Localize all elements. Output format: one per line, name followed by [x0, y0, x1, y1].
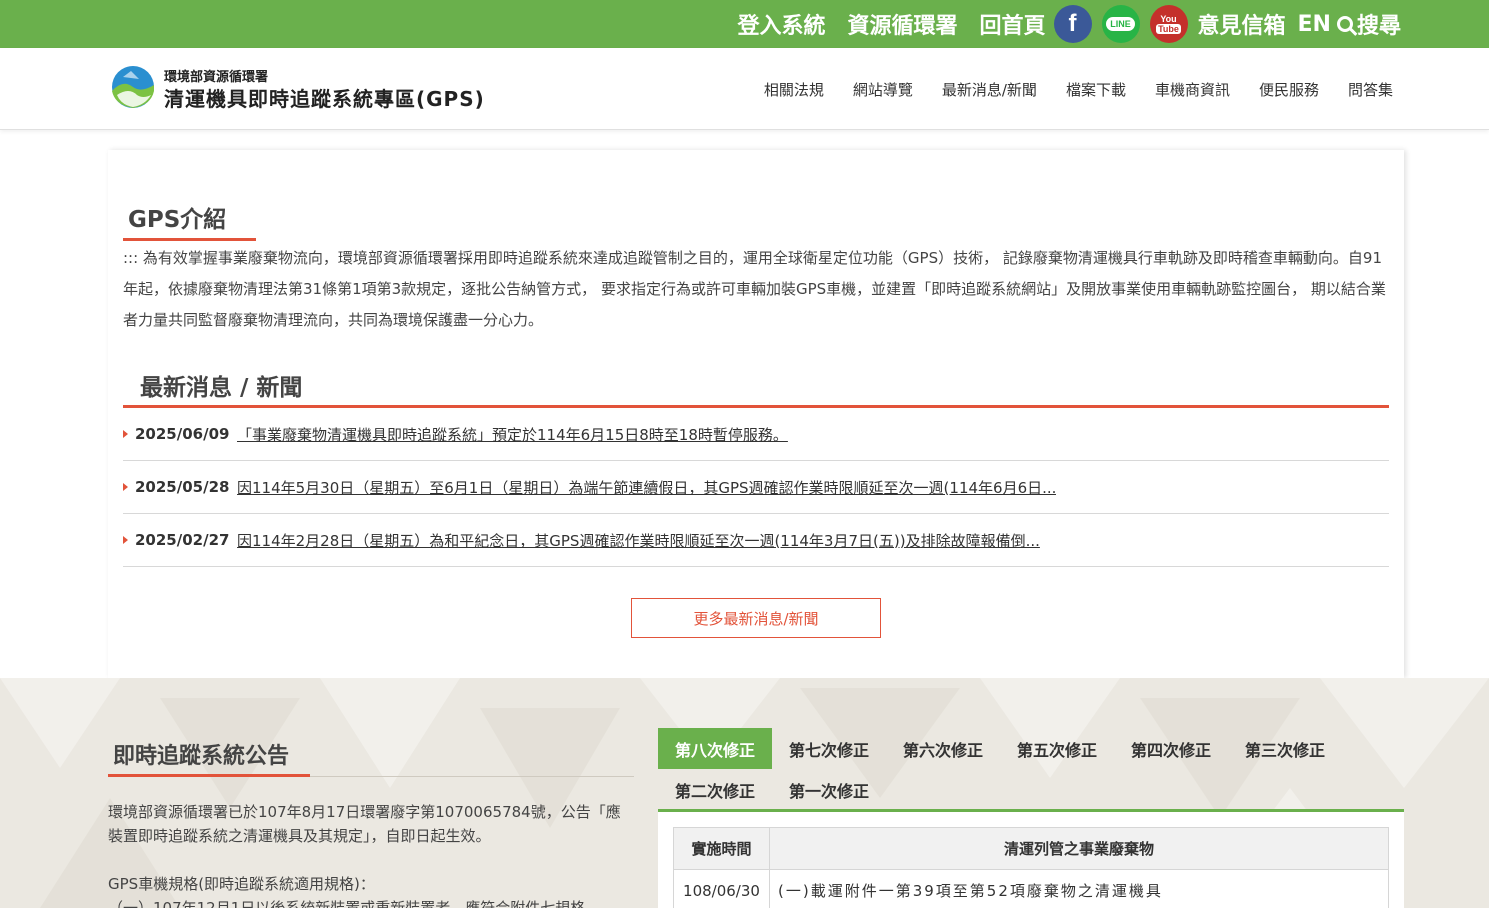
news-date: 2025/06/09	[135, 425, 230, 443]
line-glyph: LINE	[1106, 17, 1135, 31]
news-title-link[interactable]: 因114年5月30日（星期五）至6月1日（星期日）為端午節連續假日，其GPS週確…	[237, 477, 1056, 498]
agency-link[interactable]: 資源循環署	[847, 8, 957, 40]
facebook-icon[interactable]: f	[1053, 5, 1092, 43]
english-link[interactable]: EN	[1298, 12, 1331, 37]
login-link[interactable]: 登入系統	[737, 8, 825, 40]
gps-intro-heading: GPS介紹	[123, 200, 256, 241]
tab-amendment-2[interactable]: 第二次修正	[658, 769, 772, 810]
tab-amendment-3[interactable]: 第三次修正	[1228, 728, 1342, 769]
news-date: 2025/02/27	[135, 531, 230, 549]
gps-intro-underline	[123, 238, 256, 241]
top-utility-bar: 登入系統 資源循環署 回首頁 f LINE You Tube 意見信箱 EN 搜…	[0, 0, 1489, 48]
main-content-card: GPS介紹 ::: 為有效掌握事業廢棄物流向，環境部資源循環署採用即時追蹤系統來…	[108, 150, 1404, 678]
announcement-section: 即時追蹤系統公告 環境部資源循環署已於107年8月17日環署廢字第1070065…	[0, 678, 1489, 908]
more-news-button[interactable]: 更多最新消息/新聞	[631, 598, 881, 638]
main-nav: 相關法規 網站導覽 最新消息/新聞 檔案下載 車機商資訊 便民服務 問答集	[735, 48, 1393, 130]
bullet-arrow-icon	[123, 536, 128, 544]
tab-amendment-1[interactable]: 第一次修正	[772, 769, 886, 810]
column-header-date: 實施時間	[673, 827, 770, 870]
top-links: 登入系統 資源循環署 回首頁 f LINE You Tube 意見信箱 EN 搜…	[737, 0, 1401, 48]
feedback-mailbox-link[interactable]: 意見信箱	[1198, 8, 1286, 40]
news-title-link[interactable]: 因114年2月28日（星期五）為和平紀念日，其GPS週確認作業時限順延至次一週(…	[237, 530, 1040, 551]
youtube-glyph-you: You	[1160, 14, 1177, 24]
announcement-spec-heading: GPS車機規格(即時追蹤系統適用規格)：	[108, 875, 375, 893]
line-icon[interactable]: LINE	[1101, 5, 1140, 43]
search-label: 搜尋	[1356, 14, 1401, 39]
news-item[interactable]: 2025/06/09 「事業廢棄物清運機具即時追蹤系統」預定於114年6月15日…	[123, 408, 1389, 461]
gps-intro-title: GPS介紹	[128, 207, 227, 233]
cell-waste: (一)載運附件一第39項至第52項廢棄物之清運機具	[769, 869, 1389, 908]
announcement-text: 環境部資源循環署已於107年8月17日環署廢字第1070065784號，公告「應…	[108, 800, 628, 908]
news-heading: 最新消息 / 新聞	[140, 375, 303, 401]
tab-amendment-4[interactable]: 第四次修正	[1114, 728, 1228, 769]
news-item[interactable]: 2025/02/27 因114年2月28日（星期五）為和平紀念日，其GPS週確認…	[123, 514, 1389, 567]
home-link[interactable]: 回首頁	[980, 8, 1046, 40]
facebook-glyph: f	[1068, 10, 1077, 37]
cell-date: 108/06/30	[673, 869, 770, 908]
nav-vendors[interactable]: 車機商資訊	[1155, 79, 1230, 100]
amendment-table: 實施時間 清運列管之事業廢棄物 108/06/30 (一)載運附件一第39項至第…	[673, 827, 1389, 908]
announcement-spec-item: （一）107年12月1日以後系統新裝置或重新裝置者，應符合附件七規格，	[108, 899, 601, 908]
nav-regulations[interactable]: 相關法規	[764, 79, 824, 100]
bullet-arrow-icon	[123, 430, 128, 438]
youtube-glyph-tube: Tube	[1156, 24, 1181, 34]
news-title-link[interactable]: 「事業廢棄物清運機具即時追蹤系統」預定於114年6月15日8時至18時暫停服務。	[237, 424, 788, 445]
announcement-paragraph: 環境部資源循環署已於107年8月17日環署廢字第1070065784號，公告「應…	[108, 803, 621, 845]
site-header: 環境部資源循環署 清運機具即時追蹤系統專區(GPS) 相關法規 網站導覽 最新消…	[0, 48, 1489, 130]
youtube-icon[interactable]: You Tube	[1149, 5, 1188, 43]
announcement-heading: 即時追蹤系統公告	[113, 744, 290, 769]
search-icon	[1336, 16, 1353, 32]
table-header-row: 實施時間 清運列管之事業廢棄物	[673, 827, 1389, 870]
amendment-panel: 實施時間 清運列管之事業廢棄物 108/06/30 (一)載運附件一第39項至第…	[658, 812, 1404, 908]
site-title[interactable]: 清運機具即時追蹤系統專區(GPS)	[164, 83, 485, 112]
column-header-waste: 清運列管之事業廢棄物	[769, 827, 1389, 870]
tab-amendment-7[interactable]: 第七次修正	[772, 728, 886, 769]
search-link[interactable]: 搜尋	[1336, 8, 1401, 40]
news-item[interactable]: 2025/05/28 因114年5月30日（星期五）至6月1日（星期日）為端午節…	[123, 461, 1389, 514]
gps-intro-text: ::: 為有效掌握事業廢棄物流向，環境部資源循環署採用即時追蹤系統來達成追蹤管制…	[123, 249, 1386, 329]
nav-downloads[interactable]: 檔案下載	[1066, 79, 1126, 100]
announcement-divider	[310, 776, 634, 777]
nav-services[interactable]: 便民服務	[1259, 79, 1319, 100]
tab-amendment-8[interactable]: 第八次修正	[658, 728, 772, 769]
announcement-underline	[108, 774, 310, 777]
bullet-arrow-icon	[123, 483, 128, 491]
table-row: 108/06/30 (一)載運附件一第39項至第52項廢棄物之清運機具	[673, 869, 1389, 908]
nav-sitemap[interactable]: 網站導覽	[853, 79, 913, 100]
nav-faq[interactable]: 問答集	[1348, 79, 1393, 100]
tab-amendment-6[interactable]: 第六次修正	[886, 728, 1000, 769]
tab-amendment-5[interactable]: 第五次修正	[1000, 728, 1114, 769]
agency-logo-icon[interactable]	[111, 65, 155, 109]
nav-news[interactable]: 最新消息/新聞	[942, 79, 1037, 100]
news-date: 2025/05/28	[135, 478, 230, 496]
